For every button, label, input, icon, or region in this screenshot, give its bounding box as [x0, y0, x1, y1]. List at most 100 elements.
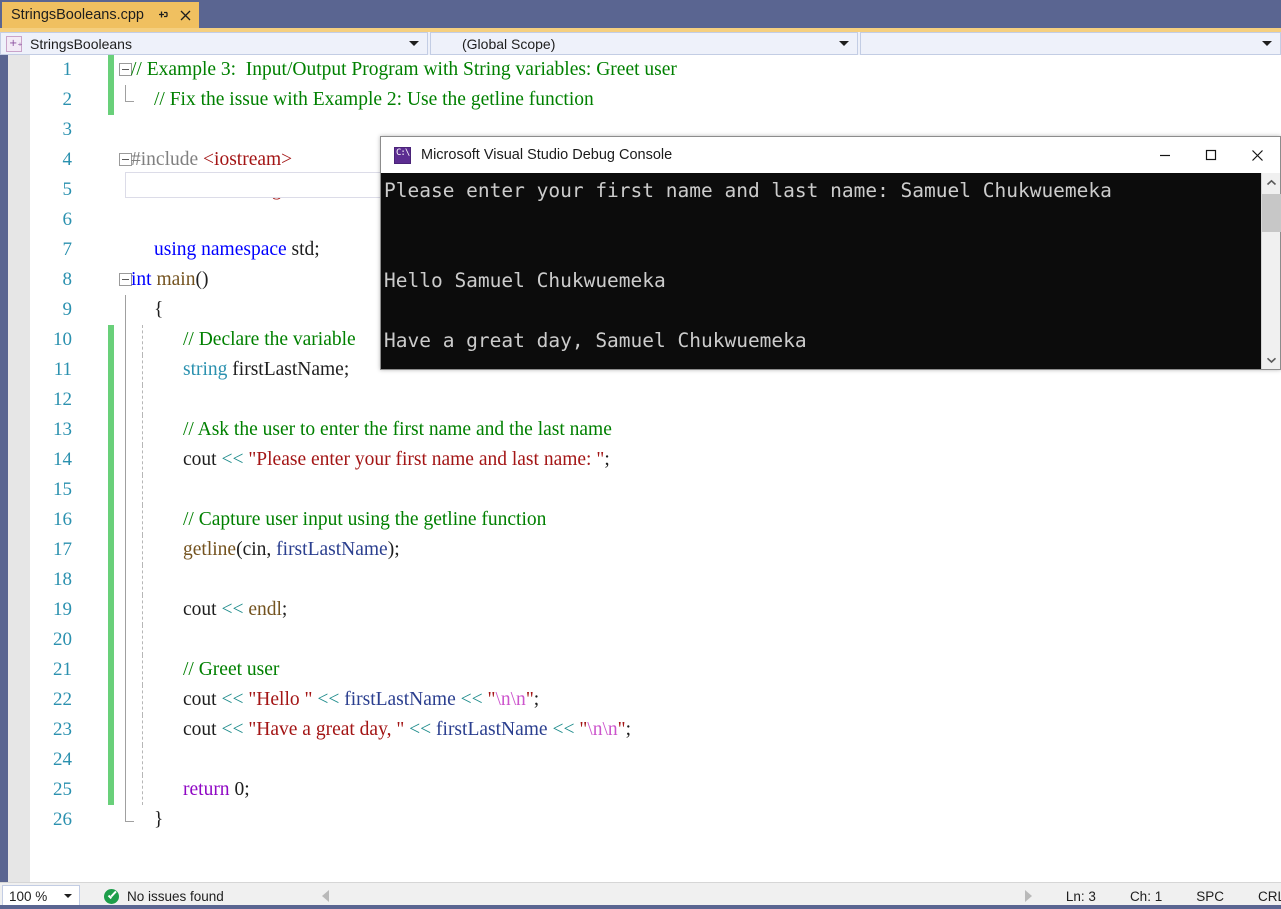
line-number: 21: [53, 659, 72, 680]
identifier-token: cout: [183, 449, 222, 470]
fold-guide: [125, 685, 126, 715]
operator-token: <<: [455, 689, 488, 710]
minimize-icon[interactable]: [1142, 137, 1188, 173]
console-scrollbar[interactable]: [1261, 173, 1281, 369]
line-number: 13: [53, 419, 72, 440]
line-number: 14: [53, 449, 72, 470]
indent-guide: [142, 745, 144, 775]
comment-token: // Ask the user to enter the first name …: [183, 419, 612, 440]
code-line-text: // Greet user: [183, 655, 279, 685]
comment-token: // Fix the issue with Example 2: Use the…: [154, 89, 594, 110]
identifier-token: cout: [183, 599, 222, 620]
nav-prev-icon[interactable]: [321, 890, 329, 902]
document-tab-stringsbooleans-cpp[interactable]: StringsBooleans.cpp: [2, 2, 199, 28]
scope-dropdown[interactable]: (Global Scope): [430, 32, 858, 55]
code-line[interactable]: 21 // Greet user: [30, 655, 1255, 685]
code-line[interactable]: 23 cout << "Have a great day, " << first…: [30, 715, 1255, 745]
code-line-text: // Fix the issue with Example 2: Use the…: [154, 85, 594, 115]
line-number: 10: [53, 329, 72, 350]
pin-icon[interactable]: [155, 7, 171, 23]
operator-token: <<: [221, 449, 249, 470]
fold-guide: [125, 505, 126, 535]
scrollbar-thumb[interactable]: [1262, 194, 1281, 232]
line-number: 15: [53, 479, 72, 500]
change-bar: [108, 625, 114, 655]
escape-token: \n\n: [587, 719, 618, 740]
project-dropdown-value: StringsBooleans: [30, 35, 132, 52]
maximize-icon[interactable]: [1188, 137, 1234, 173]
line-number: 7: [62, 239, 73, 260]
variable-token: firstLastName: [436, 719, 548, 740]
chevron-down-icon[interactable]: [1262, 350, 1281, 369]
chevron-up-icon[interactable]: [1262, 173, 1281, 192]
change-bar: [108, 685, 114, 715]
cpp-project-icon: +₊: [6, 35, 23, 52]
chevron-down-icon[interactable]: [409, 41, 419, 46]
indent-guide: [142, 415, 144, 445]
code-line-text: // Capture user input using the getline …: [183, 505, 546, 535]
code-line[interactable]: 16 // Capture user input using the getli…: [30, 505, 1255, 535]
editor-indicator-margin[interactable]: [8, 55, 30, 882]
string-token: ": [617, 719, 626, 740]
fold-guide: [125, 325, 126, 355]
keyword-token: return: [183, 779, 230, 800]
nav-next-icon[interactable]: [1024, 890, 1032, 902]
code-line-text: }: [154, 805, 163, 835]
chevron-down-icon[interactable]: [1262, 41, 1272, 46]
code-line[interactable]: 14 cout << "Please enter your first name…: [30, 445, 1255, 475]
code-line[interactable]: 24: [30, 745, 1255, 775]
code-line[interactable]: 26 }: [30, 805, 1255, 835]
status-indent-mode: SPC: [1196, 888, 1224, 904]
navigation-bar: +₊ StringsBooleans (Global Scope): [0, 32, 1281, 55]
punctuation-token: ;: [533, 689, 540, 710]
zoom-level-dropdown[interactable]: 100 %: [2, 885, 80, 907]
code-line[interactable]: 22 cout << "Hello " << firstLastName << …: [30, 685, 1255, 715]
change-bar: [108, 715, 114, 745]
code-line[interactable]: 15: [30, 475, 1255, 505]
code-line-text: string firstLastName;: [183, 355, 349, 385]
identifier-token: firstLastName;: [227, 359, 350, 380]
code-line[interactable]: 2 // Fix the issue with Example 2: Use t…: [30, 85, 1255, 115]
close-icon[interactable]: [1234, 137, 1280, 173]
code-line-text: // Example 3: Input/Output Program with …: [131, 55, 677, 85]
console-title-bar[interactable]: C:\ Microsoft Visual Studio Debug Consol…: [381, 137, 1280, 173]
code-line[interactable]: 25 return 0;: [30, 775, 1255, 805]
code-line[interactable]: 19 cout << endl;: [30, 595, 1255, 625]
line-number: 3: [62, 119, 73, 140]
fold-guide: [125, 715, 126, 745]
code-line[interactable]: 12: [30, 385, 1255, 415]
indent-guide: [142, 325, 144, 355]
change-bar: [108, 595, 114, 625]
code-line[interactable]: 1 // Example 3: Input/Output Program wit…: [30, 55, 1255, 85]
status-line-number: Ln: 3: [1065, 888, 1096, 904]
line-number: 17: [53, 539, 72, 560]
operator-token: <<: [547, 719, 580, 740]
change-bar: [108, 445, 114, 475]
project-dropdown[interactable]: +₊ StringsBooleans: [0, 32, 428, 55]
debug-console-window[interactable]: C:\ Microsoft Visual Studio Debug Consol…: [380, 136, 1281, 370]
status-column-number: Ch: 1: [1129, 888, 1163, 904]
line-number: 18: [53, 569, 72, 590]
issue-status[interactable]: No issues found: [104, 888, 224, 904]
chevron-down-icon[interactable]: [839, 41, 849, 46]
code-line-text: // Ask the user to enter the first name …: [183, 415, 612, 445]
identifier-token: cout: [183, 719, 222, 740]
fold-guide: [125, 595, 126, 625]
indent-guide: [142, 625, 144, 655]
close-icon[interactable]: [177, 7, 193, 23]
line-number: 8: [62, 269, 73, 290]
console-output-area[interactable]: Please enter your first name and last na…: [381, 173, 1281, 369]
code-line[interactable]: 17 getline(cin, firstLastName);: [30, 535, 1255, 565]
code-line-text: #include <iostream>: [131, 145, 292, 175]
code-line[interactable]: 20: [30, 625, 1255, 655]
line-number: 12: [53, 389, 72, 410]
member-dropdown[interactable]: [860, 32, 1281, 55]
chevron-down-icon[interactable]: [64, 894, 72, 898]
punctuation-token: ;: [604, 449, 610, 470]
code-line[interactable]: 13 // Ask the user to enter the first na…: [30, 415, 1255, 445]
change-bar: [108, 415, 114, 445]
change-bar: [108, 355, 114, 385]
code-line[interactable]: 18: [30, 565, 1255, 595]
fold-guide: [125, 745, 126, 775]
change-bar: [108, 85, 114, 115]
